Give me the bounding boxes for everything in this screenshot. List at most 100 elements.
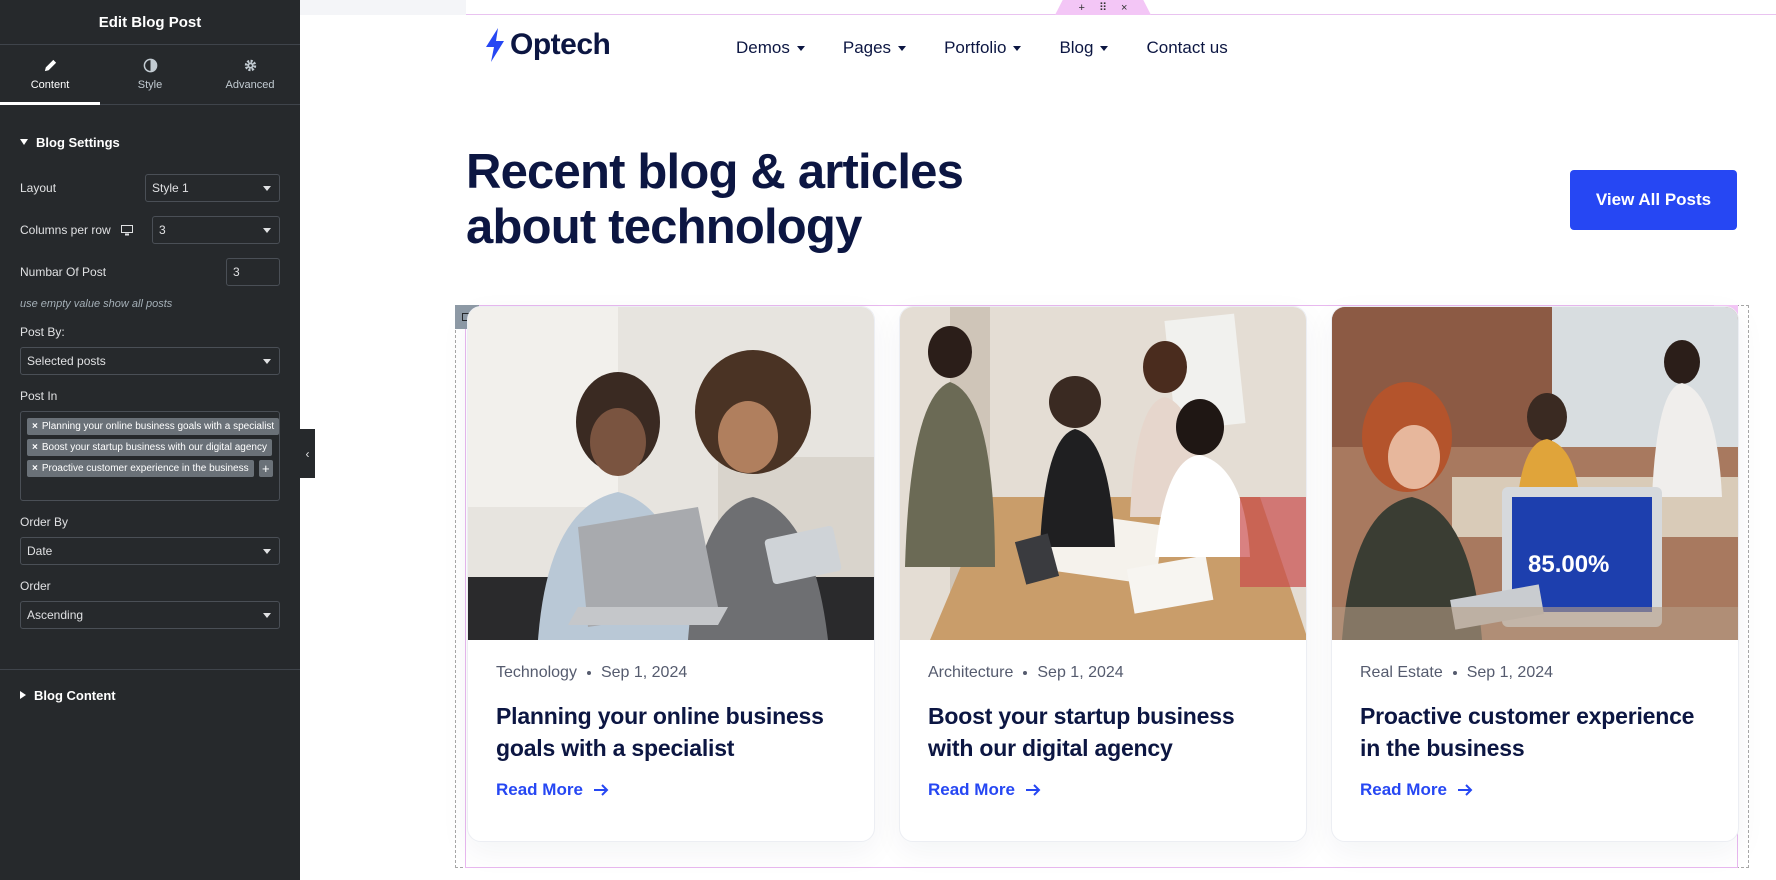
post-title[interactable]: Planning your online business goals with… [496, 700, 846, 764]
chevron-down-icon [796, 45, 805, 51]
columns-value: 3 [159, 223, 166, 237]
columns-label-group: Columns per row [20, 223, 133, 237]
post-image[interactable] [900, 307, 1306, 640]
read-more-link[interactable]: Read More [928, 780, 1041, 800]
drag-handle-icon[interactable]: ⠿ [1099, 1, 1107, 14]
post-category[interactable]: Architecture [928, 664, 1013, 682]
read-more-label: Read More [1360, 780, 1447, 799]
contrast-icon [143, 58, 157, 73]
add-section-icon[interactable]: + [1079, 2, 1085, 14]
tab-content[interactable]: Content [0, 45, 100, 105]
blog-card[interactable]: 85.00% Real Estate Sep 1, 2024 Proactive… [1331, 306, 1739, 842]
section-handle: + ⠿ × [1055, 0, 1151, 15]
post-in-multiselect[interactable]: × Planning your online business goals wit… [20, 411, 280, 501]
layout-control: Layout Style 1 [0, 167, 300, 209]
meta-separator [1452, 671, 1457, 675]
chevron-left-icon: ‹ [305, 446, 310, 461]
nav-label: Demos [736, 38, 790, 57]
post-by-label: Post By: [20, 325, 65, 339]
read-more-label: Read More [928, 780, 1015, 799]
read-more-link[interactable]: Read More [496, 780, 609, 800]
post-by-value: Selected posts [27, 354, 106, 368]
post-meta: Technology Sep 1, 2024 [496, 664, 846, 682]
tab-advanced[interactable]: Advanced [200, 45, 300, 104]
read-more-label: Read More [496, 780, 583, 799]
card-body: Technology Sep 1, 2024 Planning your onl… [468, 640, 874, 800]
close-icon[interactable]: × [1121, 2, 1127, 14]
remove-chip-icon[interactable]: × [32, 442, 38, 453]
read-more-link[interactable]: Read More [1360, 780, 1473, 800]
svg-text:85.00%: 85.00% [1528, 551, 1609, 578]
nav-item-contact[interactable]: Contact us [1146, 38, 1227, 58]
chevron-down-icon [263, 185, 271, 191]
section-blog-settings[interactable]: Blog Settings [0, 117, 300, 167]
desktop-icon[interactable] [120, 224, 133, 236]
panel-tabs: Content Style Advanced [0, 45, 300, 105]
caret-right-icon [20, 691, 26, 699]
columns-select[interactable]: 3 [152, 216, 280, 244]
number-of-posts-input[interactable] [226, 258, 280, 286]
nav-item-demos[interactable]: Demos [736, 38, 805, 58]
post-by-select[interactable]: Selected posts [20, 347, 280, 375]
chip-label: Planning your online business goals with… [41, 421, 275, 432]
view-all-posts-button[interactable]: View All Posts [1570, 170, 1737, 230]
nav-item-portfolio[interactable]: Portfolio [944, 38, 1022, 58]
panel-title: Edit Blog Post [98, 13, 202, 31]
section-title: Blog Settings [36, 134, 120, 150]
editor-panel: Edit Blog Post Content Style Advanced Bl… [0, 0, 300, 880]
columns-label: Columns per row [20, 223, 111, 237]
order-value: Ascending [27, 608, 84, 622]
remove-chip-icon[interactable]: × [32, 463, 38, 474]
layout-select[interactable]: Style 1 [145, 174, 280, 202]
layout-label: Layout [20, 181, 57, 195]
chip-label: Boost your startup business with our dig… [41, 442, 267, 453]
tab-style[interactable]: Style [100, 45, 200, 104]
tab-label: Style [137, 79, 163, 91]
number-control: Numbar Of Post [0, 251, 300, 293]
post-image[interactable] [468, 307, 874, 640]
gear-icon [244, 59, 256, 72]
post-title[interactable]: Proactive customer experience in the bus… [1360, 700, 1710, 764]
card-body: Real Estate Sep 1, 2024 Proactive custom… [1332, 640, 1738, 800]
order-select[interactable]: Ascending [20, 601, 280, 629]
order-by-value: Date [27, 544, 53, 558]
order-by-select[interactable]: Date [20, 537, 280, 565]
card-body: Architecture Sep 1, 2024 Boost your star… [900, 640, 1306, 800]
section-headline: Recent blog & articles about technology [466, 145, 964, 254]
preview-canvas: + ⠿ × Optech Demos Pages Portfolio Blog … [300, 0, 1776, 880]
meta-separator [586, 671, 591, 675]
arrow-right-icon [1457, 784, 1473, 796]
arrow-right-icon [1025, 784, 1041, 796]
main-nav: Demos Pages Portfolio Blog Contact us [736, 38, 1228, 58]
nav-item-pages[interactable]: Pages [843, 38, 907, 58]
nav-item-blog[interactable]: Blog [1059, 38, 1109, 58]
remove-chip-icon[interactable]: × [32, 421, 38, 432]
post-chip: × Proactive customer experience in the bu… [27, 460, 254, 477]
post-meta: Architecture Sep 1, 2024 [928, 664, 1278, 682]
chevron-down-icon [263, 358, 271, 364]
post-date: Sep 1, 2024 [1466, 664, 1554, 681]
collapse-panel-button[interactable]: ‹ [300, 429, 315, 478]
post-chip: × Planning your online business goals wit… [27, 418, 280, 435]
section-title: Blog Content [34, 687, 116, 703]
post-category[interactable]: Technology [496, 664, 577, 682]
arrow-right-icon [593, 784, 609, 796]
post-title[interactable]: Boost your startup business with our dig… [928, 700, 1278, 764]
layout-value: Style 1 [152, 181, 189, 195]
meta-separator [1023, 671, 1028, 675]
post-image[interactable]: 85.00% [1332, 307, 1738, 640]
blog-card[interactable]: Technology Sep 1, 2024 Planning your onl… [467, 306, 875, 842]
site-logo[interactable]: Optech [484, 28, 611, 62]
post-date: Sep 1, 2024 [1037, 664, 1124, 681]
blog-card[interactable]: Architecture Sep 1, 2024 Boost your star… [899, 306, 1307, 842]
tab-label: Advanced [225, 79, 275, 91]
tab-label: Content [30, 79, 70, 91]
logo-text: Optech [510, 28, 611, 61]
add-post-icon[interactable]: + [258, 460, 273, 477]
post-category[interactable]: Real Estate [1360, 664, 1443, 682]
post-chip: × Boost your startup business with our di… [27, 439, 272, 456]
section-blog-content[interactable]: Blog Content [0, 670, 300, 720]
nav-label: Contact us [1146, 38, 1228, 57]
chevron-down-icon [263, 227, 271, 233]
post-meta: Real Estate Sep 1, 2024 [1360, 664, 1710, 682]
